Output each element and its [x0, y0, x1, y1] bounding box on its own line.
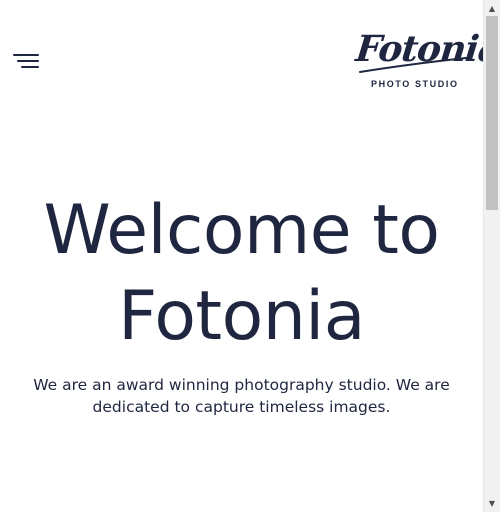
hamburger-menu-icon[interactable]	[13, 51, 39, 71]
hero-subtitle-line1: We are an award winning photography stud…	[33, 376, 450, 394]
scroll-down-arrow-icon[interactable]: ▼	[484, 497, 500, 511]
hero-title-line2: Fotonia	[118, 277, 365, 356]
page-viewport: Fotonia PHOTO STUDIO Welcome to Fotonia …	[0, 0, 483, 512]
logo-wordmark: Fotonia	[353, 28, 483, 70]
menu-line-middle	[17, 60, 39, 62]
hero-title: Welcome to Fotonia	[0, 188, 483, 360]
vertical-scrollbar[interactable]: ▲ ▼	[483, 0, 500, 512]
hero-subtitle-line2: dedicated to capture timeless images.	[92, 398, 391, 416]
scrollbar-thumb[interactable]	[486, 16, 498, 210]
menu-line-bottom	[21, 66, 39, 68]
logo-tagline: PHOTO STUDIO	[371, 79, 459, 89]
hero-title-line1: Welcome to	[43, 191, 440, 270]
menu-line-top	[13, 54, 39, 56]
site-logo[interactable]: Fotonia PHOTO STUDIO	[350, 28, 483, 92]
hero-subtitle: We are an award winning photography stud…	[12, 374, 471, 418]
scroll-up-arrow-icon[interactable]: ▲	[484, 2, 500, 16]
